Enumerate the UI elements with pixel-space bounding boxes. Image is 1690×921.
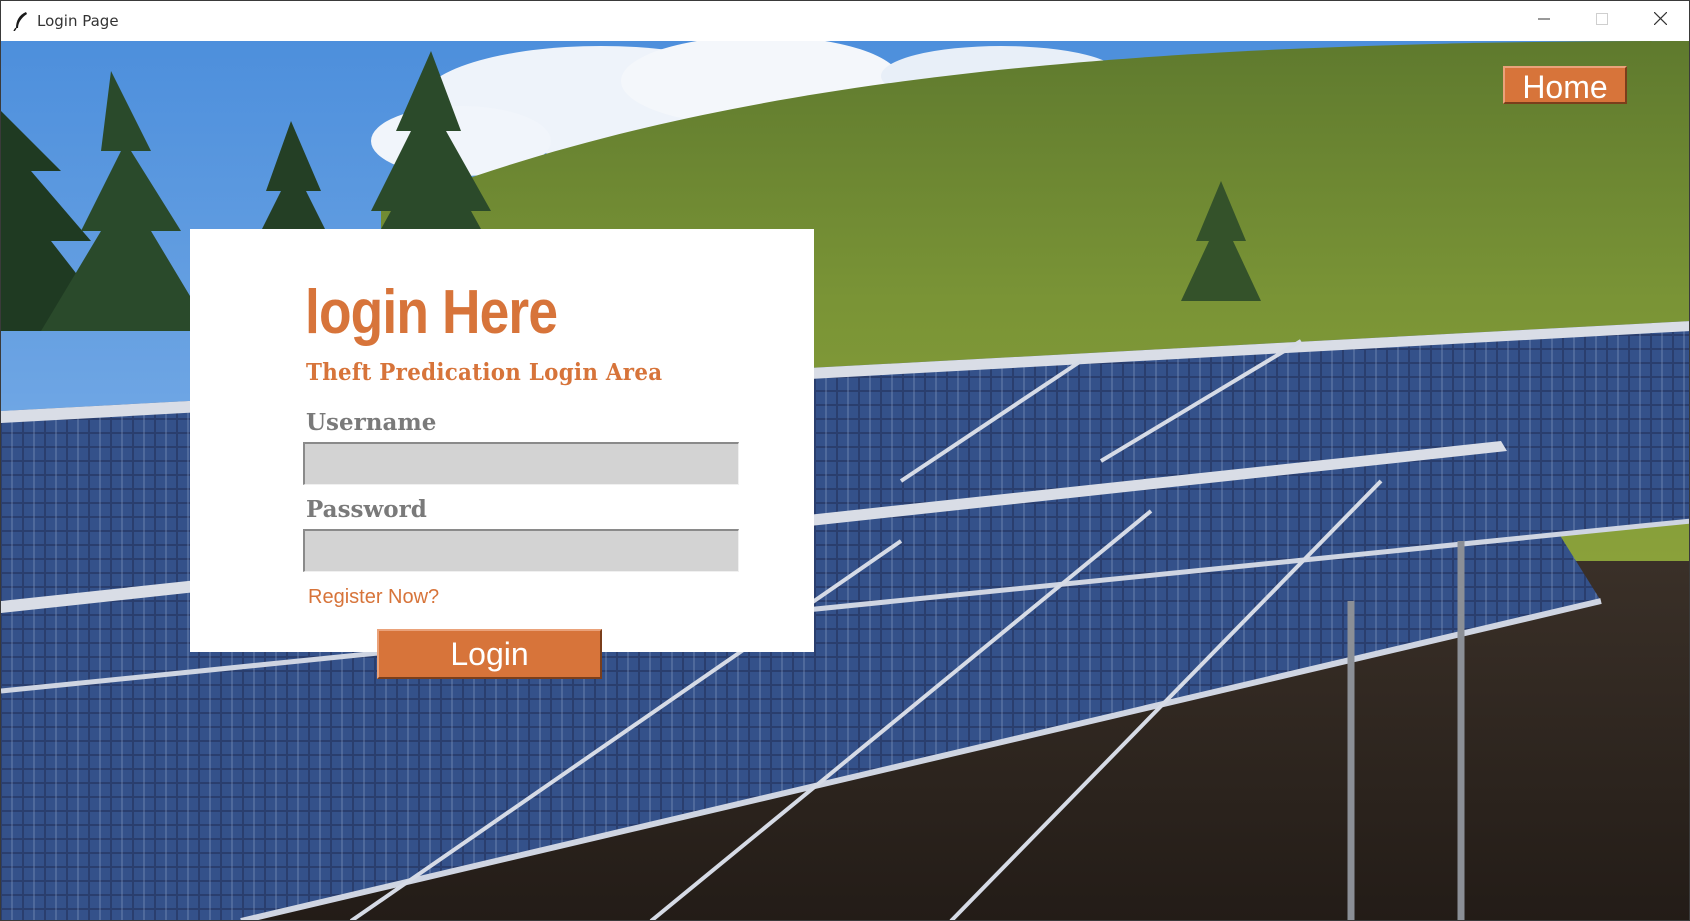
- login-subheading: Theft Predication Login Area: [306, 359, 663, 386]
- minimize-button[interactable]: [1515, 1, 1573, 41]
- home-button[interactable]: Home: [1503, 66, 1627, 105]
- close-button[interactable]: [1631, 1, 1689, 41]
- window-title: Login Page: [37, 12, 119, 30]
- username-field[interactable]: [303, 442, 739, 485]
- login-button[interactable]: Login: [377, 629, 602, 679]
- title-bar: Login Page: [1, 1, 1689, 41]
- password-label: Password: [306, 496, 427, 523]
- feather-icon: [13, 11, 29, 32]
- password-field[interactable]: [303, 529, 739, 572]
- close-icon: [1653, 11, 1667, 30]
- register-link[interactable]: Register Now?: [308, 586, 439, 609]
- app-window: Login Page Home login Here Theft Predica…: [0, 0, 1690, 921]
- maximize-button[interactable]: [1573, 1, 1631, 41]
- username-label: Username: [306, 409, 437, 436]
- minimize-icon: [1538, 12, 1550, 30]
- login-card: login Here Theft Predication Login Area …: [190, 229, 814, 652]
- content-area: Home login Here Theft Predication Login …: [1, 41, 1689, 920]
- login-heading: login Here: [305, 278, 558, 347]
- maximize-icon: [1596, 12, 1608, 30]
